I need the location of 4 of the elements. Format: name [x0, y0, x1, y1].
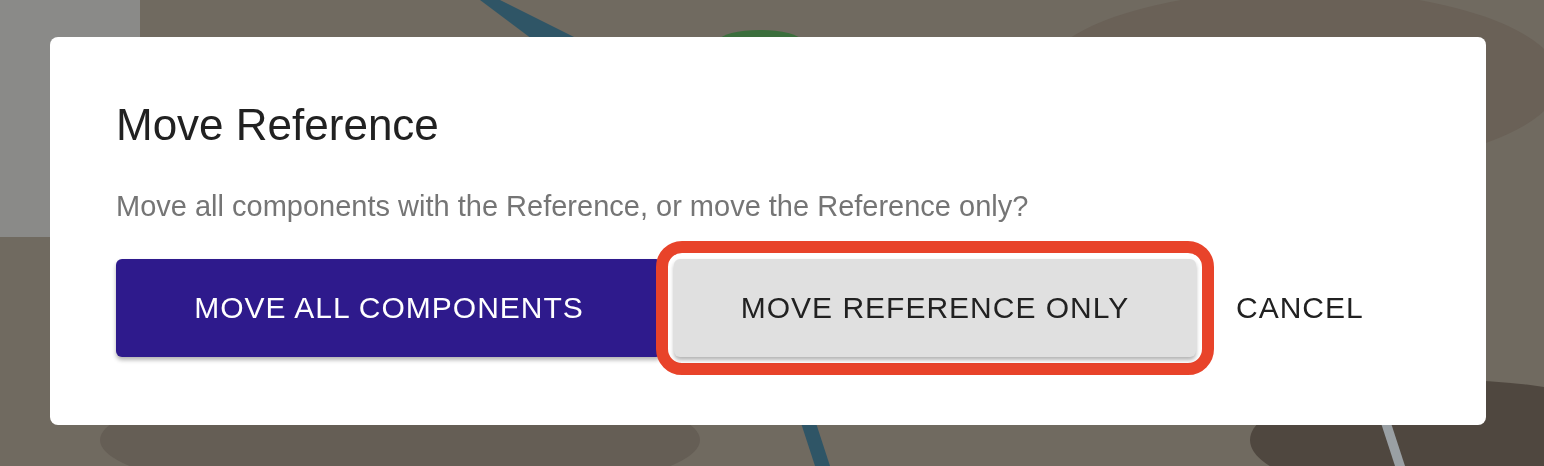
cancel-button[interactable]: CANCEL [1214, 259, 1386, 357]
move-button[interactable]: MOVE REFERENCE ONLY [674, 259, 1196, 357]
dialog-title: Move Reference [116, 99, 440, 151]
dialog-message: Move all components with the Reference, or move the Reference only? [116, 189, 1030, 223]
